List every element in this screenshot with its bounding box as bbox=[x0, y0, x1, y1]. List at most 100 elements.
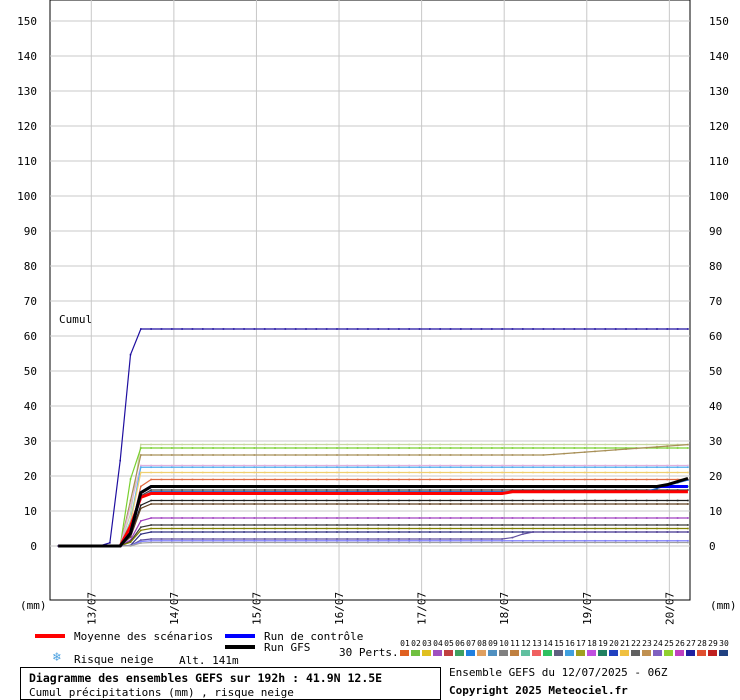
member-point bbox=[232, 454, 235, 456]
member-point bbox=[635, 524, 638, 526]
member-point bbox=[645, 531, 648, 533]
member-point bbox=[160, 527, 163, 530]
member-point bbox=[191, 539, 194, 542]
member-point bbox=[521, 533, 524, 535]
member-point bbox=[614, 478, 617, 481]
member-point bbox=[439, 478, 441, 481]
member-point bbox=[594, 527, 596, 530]
member-point bbox=[418, 328, 421, 330]
member-point bbox=[687, 531, 689, 533]
member-point bbox=[150, 466, 152, 469]
member-point bbox=[635, 464, 638, 467]
member-point bbox=[232, 541, 235, 544]
member-point bbox=[212, 489, 214, 491]
member-point bbox=[460, 503, 462, 505]
member-point bbox=[645, 539, 648, 542]
member-point bbox=[594, 471, 596, 474]
member-point bbox=[501, 489, 503, 491]
perturbation-swatch bbox=[400, 650, 409, 656]
member-point bbox=[491, 503, 493, 505]
member-point bbox=[614, 539, 617, 542]
member-point bbox=[656, 524, 658, 526]
member-point bbox=[243, 503, 245, 505]
member-point bbox=[573, 499, 576, 502]
member-point bbox=[480, 489, 483, 491]
member-point bbox=[676, 541, 679, 544]
member-point bbox=[356, 328, 359, 330]
member-point bbox=[521, 517, 524, 519]
member-point bbox=[625, 466, 627, 469]
member-point bbox=[408, 328, 411, 330]
member-point bbox=[418, 538, 421, 540]
member-point bbox=[160, 454, 163, 456]
member-point bbox=[429, 499, 431, 502]
member-point bbox=[171, 527, 173, 530]
member-point bbox=[356, 466, 359, 469]
member-point bbox=[542, 517, 545, 519]
member-point bbox=[150, 454, 152, 456]
member-point bbox=[656, 517, 658, 519]
y-tick-label-left: 30 bbox=[24, 435, 37, 448]
member-point bbox=[563, 527, 565, 530]
member-point bbox=[439, 539, 441, 542]
member-point bbox=[635, 478, 638, 481]
perturbation-swatch bbox=[675, 650, 684, 656]
member-point bbox=[470, 489, 472, 491]
member-point bbox=[656, 503, 658, 505]
member-point bbox=[160, 524, 163, 526]
member-point bbox=[491, 466, 493, 469]
member-point bbox=[129, 545, 132, 547]
member-point bbox=[346, 466, 349, 469]
member-point bbox=[274, 447, 276, 449]
member-point bbox=[263, 471, 266, 474]
member-point bbox=[284, 471, 287, 474]
member-point bbox=[315, 531, 318, 533]
member-point bbox=[573, 466, 576, 469]
member-point bbox=[521, 541, 524, 544]
member-point bbox=[614, 531, 617, 533]
member-point bbox=[232, 443, 235, 446]
x-tick-label: 17/07 bbox=[416, 592, 429, 625]
member-point bbox=[191, 447, 194, 449]
member-point bbox=[532, 466, 534, 469]
member-point bbox=[614, 503, 617, 505]
member-point bbox=[325, 466, 328, 469]
member-point bbox=[666, 447, 669, 449]
member-point bbox=[532, 471, 534, 474]
member-point bbox=[243, 539, 245, 542]
perturbation-swatch bbox=[444, 650, 453, 656]
member-point bbox=[449, 517, 452, 519]
perturbation-swatch bbox=[499, 650, 508, 656]
member-point bbox=[480, 471, 483, 474]
member-point bbox=[418, 541, 421, 544]
member-point bbox=[212, 524, 214, 526]
member-point bbox=[160, 471, 163, 474]
member-point bbox=[367, 499, 369, 502]
member-point bbox=[501, 503, 503, 505]
member-point bbox=[460, 447, 462, 449]
member-point bbox=[181, 539, 183, 542]
member-point bbox=[171, 328, 173, 330]
member-point bbox=[263, 499, 266, 502]
member-point bbox=[140, 526, 142, 528]
member-point bbox=[201, 503, 204, 505]
member-point bbox=[532, 447, 534, 449]
member-point bbox=[377, 454, 380, 456]
member-point bbox=[150, 527, 152, 530]
mean-swatch bbox=[35, 634, 65, 638]
member-point bbox=[439, 503, 441, 505]
member-point bbox=[181, 527, 183, 530]
member-point bbox=[666, 524, 669, 526]
member-point bbox=[315, 466, 318, 469]
member-point bbox=[160, 489, 163, 491]
member-point bbox=[666, 541, 669, 544]
member-point bbox=[315, 471, 318, 474]
member-point bbox=[532, 454, 534, 456]
member-point bbox=[563, 539, 565, 542]
member-point bbox=[511, 536, 514, 539]
member-point bbox=[594, 450, 596, 453]
member-point bbox=[346, 517, 349, 519]
member-point bbox=[191, 454, 194, 456]
member-point bbox=[305, 454, 307, 456]
member-point bbox=[439, 499, 441, 502]
